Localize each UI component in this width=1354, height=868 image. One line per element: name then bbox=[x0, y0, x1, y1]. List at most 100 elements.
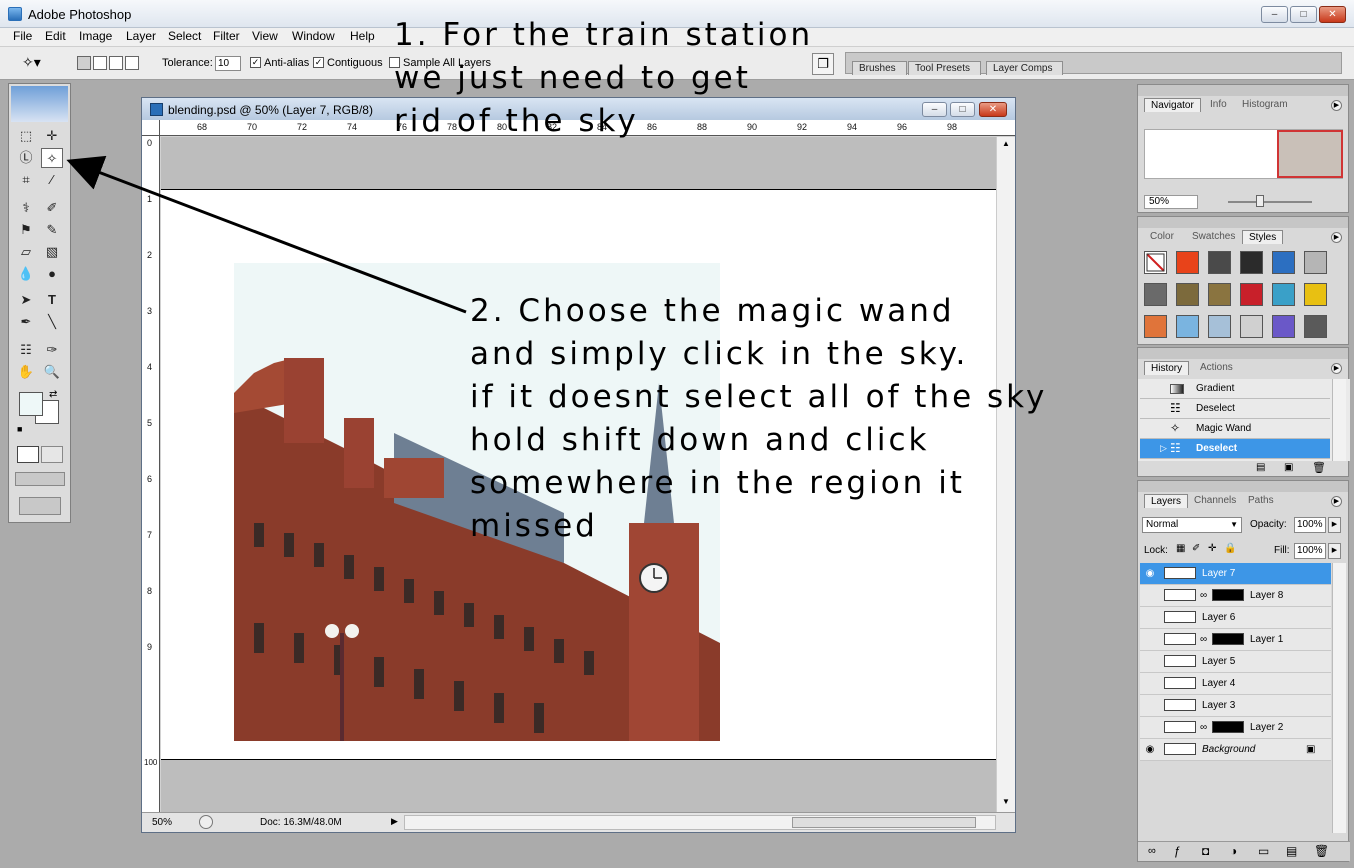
blur-tool-icon[interactable]: 💧 bbox=[15, 264, 37, 284]
crop-tool-icon[interactable]: ⌗ bbox=[15, 170, 37, 190]
panel-menu-icon[interactable]: ▶ bbox=[1331, 232, 1342, 243]
navigator-view-box[interactable] bbox=[1277, 130, 1343, 178]
menu-layer[interactable]: Layer bbox=[125, 28, 157, 46]
style-swatch[interactable] bbox=[1272, 315, 1295, 338]
type-tool-icon[interactable]: T bbox=[41, 290, 63, 310]
new-document-from-state-icon[interactable]: ▤ bbox=[1256, 462, 1265, 473]
style-swatch[interactable] bbox=[1176, 283, 1199, 306]
visibility-eye-icon[interactable]: ◉ bbox=[1144, 568, 1156, 580]
menu-view[interactable]: View bbox=[251, 28, 279, 46]
history-item[interactable]: ✧ Magic Wand bbox=[1140, 419, 1330, 439]
layer-mask-thumbnail[interactable] bbox=[1212, 633, 1244, 645]
visibility-eye-icon[interactable] bbox=[1144, 722, 1156, 734]
doc-minimize-button[interactable]: – bbox=[922, 102, 947, 117]
style-swatch[interactable] bbox=[1240, 315, 1263, 338]
magic-wand-tool-icon[interactable]: ✧ bbox=[41, 148, 63, 168]
style-swatch[interactable] bbox=[1272, 283, 1295, 306]
scroll-down-icon[interactable]: ▼ bbox=[1002, 797, 1010, 806]
brush-tool-icon[interactable]: ✐ bbox=[41, 198, 63, 218]
well-tab-brushes[interactable]: Brushes bbox=[852, 61, 907, 75]
lock-all-icon[interactable]: 🔒 bbox=[1224, 543, 1236, 554]
move-tool-icon[interactable]: ✛ bbox=[41, 126, 63, 146]
tab-actions[interactable]: Actions bbox=[1194, 361, 1239, 375]
delete-state-icon[interactable]: 🗑 bbox=[1312, 461, 1326, 474]
navigator-zoom-slider[interactable] bbox=[1228, 201, 1312, 203]
layer-row[interactable]: Layer 6 bbox=[1140, 607, 1331, 629]
jump-to-imageready-icon[interactable] bbox=[19, 497, 61, 515]
menu-filter[interactable]: Filter bbox=[212, 28, 241, 46]
tab-navigator[interactable]: Navigator bbox=[1144, 98, 1201, 112]
tab-color[interactable]: Color bbox=[1144, 230, 1180, 244]
tab-layers[interactable]: Layers bbox=[1144, 494, 1189, 508]
layer-row[interactable]: Layer 5 bbox=[1140, 651, 1331, 673]
layer-row[interactable]: Layer 3 bbox=[1140, 695, 1331, 717]
close-button[interactable]: ✕ bbox=[1319, 6, 1346, 23]
history-brush-tool-icon[interactable]: ✎ bbox=[41, 220, 63, 240]
new-group-icon[interactable]: ▭ bbox=[1258, 844, 1269, 858]
ruler-origin[interactable] bbox=[142, 120, 160, 136]
layer-row[interactable]: ∞ Layer 1 bbox=[1140, 629, 1331, 651]
layer-row[interactable]: ◉ Layer 7 bbox=[1140, 563, 1331, 585]
visibility-eye-icon[interactable] bbox=[1144, 656, 1156, 668]
link-layers-icon[interactable]: ∞ bbox=[1148, 845, 1156, 857]
navigator-preview[interactable] bbox=[1144, 129, 1343, 179]
style-swatch[interactable] bbox=[1208, 315, 1231, 338]
layer-row[interactable]: ◉ Background ▣ bbox=[1140, 739, 1331, 761]
lasso-tool-icon[interactable]: Ⓛ bbox=[15, 148, 37, 168]
intersect-selection-icon[interactable] bbox=[125, 56, 139, 70]
pen-tool-icon[interactable]: ✒ bbox=[15, 312, 37, 332]
visibility-eye-icon[interactable] bbox=[1144, 634, 1156, 646]
healing-brush-tool-icon[interactable]: ⚕ bbox=[15, 198, 37, 218]
new-snapshot-icon[interactable]: ▣ bbox=[1284, 462, 1293, 473]
navigator-zoom-field[interactable]: 50% bbox=[1144, 195, 1198, 209]
scroll-thumb[interactable] bbox=[792, 817, 976, 828]
style-swatch[interactable] bbox=[1240, 251, 1263, 274]
layer-row[interactable]: Layer 4 bbox=[1140, 673, 1331, 695]
lock-transparent-icon[interactable]: ▦ bbox=[1176, 543, 1185, 554]
visibility-eye-icon[interactable] bbox=[1144, 678, 1156, 690]
tolerance-input[interactable]: 10 bbox=[215, 56, 241, 71]
standard-mode-icon[interactable] bbox=[17, 446, 39, 463]
tab-styles[interactable]: Styles bbox=[1242, 230, 1284, 244]
opacity-input[interactable]: 100% bbox=[1294, 517, 1326, 533]
mask-link-icon[interactable]: ∞ bbox=[1200, 717, 1207, 738]
slice-tool-icon[interactable]: ∕ bbox=[41, 170, 63, 190]
history-scrollbar[interactable] bbox=[1332, 379, 1346, 461]
tab-info[interactable]: Info bbox=[1204, 98, 1233, 112]
well-tab-layer-comps[interactable]: Layer Comps bbox=[986, 61, 1064, 75]
zoom-tool-icon[interactable]: 🔍 bbox=[41, 362, 63, 382]
delete-layer-icon[interactable]: 🗑 bbox=[1314, 844, 1329, 858]
opacity-slider-icon[interactable]: ▶ bbox=[1328, 517, 1341, 533]
history-item[interactable]: Gradient bbox=[1140, 379, 1330, 399]
tab-swatches[interactable]: Swatches bbox=[1186, 230, 1241, 244]
visibility-eye-icon[interactable] bbox=[1144, 612, 1156, 624]
adjustment-layer-icon[interactable]: ◑ bbox=[1230, 844, 1237, 858]
eyedropper-tool-icon[interactable]: ✑ bbox=[41, 340, 63, 360]
well-tab-tool-presets[interactable]: Tool Presets bbox=[908, 61, 982, 75]
panel-menu-icon[interactable]: ▶ bbox=[1331, 496, 1342, 507]
layer-row[interactable]: ∞ Layer 2 bbox=[1140, 717, 1331, 739]
menu-select[interactable]: Select bbox=[167, 28, 202, 46]
clone-stamp-tool-icon[interactable]: ⚑ bbox=[15, 220, 37, 240]
style-swatch[interactable] bbox=[1176, 315, 1199, 338]
quick-mask-mode-icon[interactable] bbox=[41, 446, 63, 463]
gradient-tool-icon[interactable]: ▧ bbox=[41, 242, 63, 262]
menu-file[interactable]: File bbox=[12, 28, 33, 46]
panel-menu-icon[interactable]: ▶ bbox=[1331, 363, 1342, 374]
horizontal-scrollbar[interactable] bbox=[404, 815, 996, 830]
style-swatch[interactable] bbox=[1304, 251, 1327, 274]
new-selection-icon[interactable] bbox=[77, 56, 91, 70]
layers-scrollbar[interactable] bbox=[1332, 563, 1346, 833]
style-swatch[interactable] bbox=[1272, 251, 1295, 274]
lock-position-icon[interactable]: ✛ bbox=[1208, 543, 1216, 554]
style-swatch[interactable] bbox=[1304, 315, 1327, 338]
anti-alias-checkbox[interactable]: ✓ bbox=[250, 57, 261, 68]
visibility-eye-icon[interactable] bbox=[1144, 590, 1156, 602]
tab-history[interactable]: History bbox=[1144, 361, 1190, 375]
vertical-ruler[interactable]: 0 1 2 3 4 5 6 7 8 9 100 bbox=[142, 136, 160, 814]
eraser-tool-icon[interactable]: ▱ bbox=[15, 242, 37, 262]
style-swatch[interactable] bbox=[1144, 251, 1167, 274]
fill-slider-icon[interactable]: ▶ bbox=[1328, 543, 1341, 559]
new-layer-icon[interactable]: ▤ bbox=[1286, 844, 1297, 858]
feather-logo-icon[interactable] bbox=[11, 86, 68, 122]
